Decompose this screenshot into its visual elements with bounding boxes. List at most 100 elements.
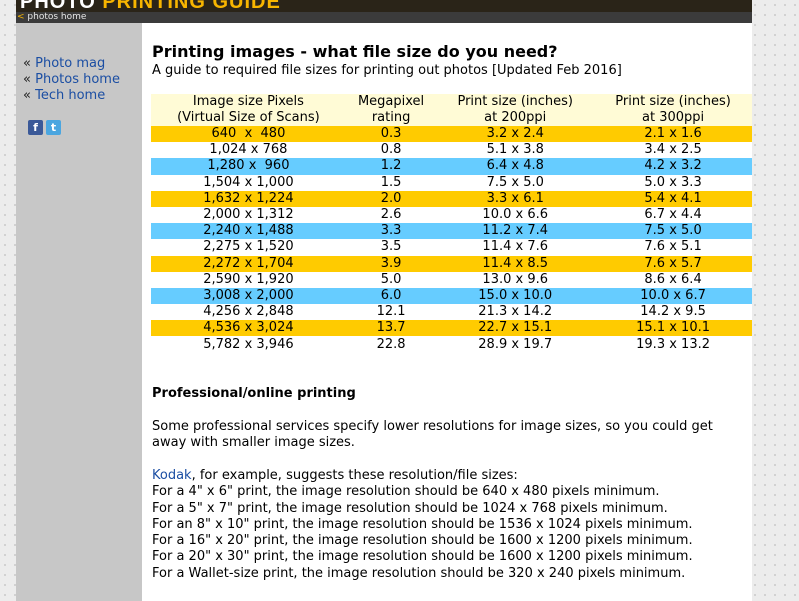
kodak-link[interactable]: Kodak [152, 468, 192, 483]
table-cell: 2.6 [345, 206, 437, 224]
header-line: Print size (inches) [615, 94, 731, 109]
header-line: Megapixel [357, 94, 425, 109]
table-cell: 10.0 x 6.6 [436, 206, 595, 224]
header-line: at 300ppi [642, 110, 705, 125]
table-cell: 2,272 x 1,704 [151, 255, 346, 272]
section-heading-professional: Professional/online printing [152, 386, 356, 401]
sidebar-item-tech-home: « Tech home [23, 88, 120, 104]
table-cell: 2.0 [345, 190, 437, 207]
header-line: Image size Pixels [192, 94, 304, 109]
site-logo[interactable]: PHOTO PRINTING GUIDE [20, 0, 281, 12]
kodak-line: For a 5" x 7" print, the image resolutio… [152, 500, 668, 516]
table-cell: 2,240 x 1,488 [151, 223, 346, 240]
table-cell: 4,536 x 3,024 [151, 320, 346, 337]
table-cell: 28.9 x 19.7 [436, 336, 595, 353]
professional-paragraph: Some professional services specify lower… [152, 419, 713, 450]
page-subtitle: A guide to required file sizes for print… [152, 63, 622, 78]
sidebar-link-photo-mag[interactable]: Photo mag [35, 56, 105, 71]
table-cell: 2.1 x 1.6 [594, 126, 752, 143]
guillemet-icon: « [23, 88, 31, 103]
table-cell: 12.1 [345, 304, 437, 321]
table-cell: 2,000 x 1,312 [151, 206, 346, 224]
table-header-row: Image size Pixels (Virtual Size of Scans)… [151, 94, 752, 126]
site-banner[interactable]: PHOTO PRINTING GUIDE [16, 0, 752, 12]
table-row: 2,000 x 1,312 2.6 10.0 x 6.6 6.7 x 4.4 [151, 206, 752, 224]
header-print-200ppi: Print size (inches) at 200ppi [436, 94, 595, 126]
guillemet-icon: « [23, 56, 31, 71]
logo-word-printing-guide: PRINTING GUIDE [102, 0, 281, 12]
kodak-line: For a 16" x 20" print, the image resolut… [152, 533, 693, 549]
table-row: 1,504 x 1,000 1.5 7.5 x 5.0 5.0 x 3.3 [151, 174, 752, 191]
page-title: Printing images - what file size do you … [152, 42, 558, 61]
header-line: (Virtual Size of Scans) [177, 110, 320, 125]
table-cell: 1.5 [345, 174, 437, 191]
table-cell: 8.6 x 6.4 [594, 271, 752, 288]
table-cell: 13.7 [345, 320, 437, 337]
breadcrumb-photos-home[interactable]: photos home [27, 12, 86, 22]
kodak-intro-text: , for example, suggests these resolution… [191, 468, 518, 483]
table-cell: 5,782 x 3,946 [151, 336, 346, 353]
table-cell: 3,008 x 2,000 [151, 287, 346, 305]
table-cell: 640 x 480 [151, 126, 346, 143]
table-cell: 5.0 [345, 271, 437, 288]
header-print-300ppi: Print size (inches) at 300ppi [594, 94, 752, 126]
table-cell: 10.0 x 6.7 [594, 287, 752, 305]
guillemet-icon: « [23, 72, 31, 87]
table-cell: 3.3 [345, 223, 437, 240]
table-cell: 3.5 [345, 239, 437, 256]
facebook-icon[interactable]: f [28, 120, 43, 135]
kodak-intro: Kodak, for example, suggests these resol… [152, 468, 693, 484]
sidebar-item-photos-home: « Photos home [23, 72, 120, 88]
table-cell: 5.1 x 3.8 [436, 142, 595, 159]
header-line: Print size (inches) [457, 94, 573, 109]
table-cell: 11.2 x 7.4 [436, 223, 595, 240]
table-cell: 22.7 x 15.1 [436, 320, 595, 337]
table-cell: 6.7 x 4.4 [594, 206, 752, 224]
back-arrow-icon[interactable]: < [16, 12, 25, 22]
main-content: Printing images - what file size do you … [142, 23, 752, 601]
table-cell: 3.2 x 2.4 [436, 126, 595, 143]
header-line: rating [371, 110, 411, 125]
social-links: ft [28, 120, 64, 139]
table-cell: 6.0 [345, 287, 437, 305]
table-cell: 0.3 [345, 126, 437, 143]
twitter-icon[interactable]: t [46, 120, 61, 135]
table-cell: 15.1 x 10.1 [594, 320, 752, 337]
table-cell: 11.4 x 7.6 [436, 239, 595, 256]
table-cell: 5.4 x 4.1 [594, 190, 752, 207]
table-cell: 2,275 x 1,520 [151, 239, 346, 256]
breadcrumb: < photos home [16, 12, 752, 23]
table-body: 640 x 480 0.3 3.2 x 2.4 2.1 x 1.6 1,024 x 76… [151, 126, 752, 353]
table-row: 2,272 x 1,704 3.9 11.4 x 8.5 7.6 x 5.7 [151, 255, 752, 272]
table-cell: 6.4 x 4.8 [436, 158, 595, 175]
table-cell: 3.3 x 6.1 [436, 190, 595, 207]
table-cell: 14.2 x 9.5 [594, 304, 752, 321]
table-cell: 4.2 x 3.2 [594, 158, 752, 175]
table-cell: 5.0 x 3.3 [594, 174, 752, 191]
table-cell: 19.3 x 13.2 [594, 336, 752, 353]
table-cell: 21.3 x 14.2 [436, 304, 595, 321]
table-cell: 13.0 x 9.6 [436, 271, 595, 288]
logo-word-photo: PHOTO [20, 0, 96, 12]
table-row: 5,782 x 3,946 22.8 28.9 x 19.7 19.3 x 13.2 [151, 336, 752, 353]
table-row: 1,280 x 960 1.2 6.4 x 4.8 4.2 x 3.2 [151, 158, 752, 175]
table-cell: 1,280 x 960 [151, 158, 346, 175]
table-cell: 1,504 x 1,000 [151, 174, 346, 191]
kodak-line: For a 20" x 30" print, the image resolut… [152, 549, 693, 565]
kodak-line: For a 4" x 6" print, the image resolutio… [152, 484, 660, 500]
table-row: 2,275 x 1,520 3.5 11.4 x 7.6 7.6 x 5.1 [151, 239, 752, 256]
table-row: 1,024 x 768 0.8 5.1 x 3.8 3.4 x 2.5 [151, 142, 752, 159]
table-row: 4,256 x 2,848 12.1 21.3 x 14.2 14.2 x 9.5 [151, 304, 752, 321]
sidebar-link-tech-home[interactable]: Tech home [35, 88, 105, 103]
table-cell: 11.4 x 8.5 [436, 255, 595, 272]
table-cell: 1,024 x 768 [151, 142, 346, 159]
header-line: at 200ppi [484, 110, 547, 125]
sidebar: « Photo mag « Photos home « Tech home ft [16, 23, 142, 601]
file-size-table: Image size Pixels (Virtual Size of Scans)… [151, 94, 752, 353]
table-row: 3,008 x 2,000 6.0 15.0 x 10.0 10.0 x 6.7 [151, 287, 752, 305]
table-cell: 3.4 x 2.5 [594, 142, 752, 159]
table-cell: 2,590 x 1,920 [151, 271, 346, 288]
sidebar-link-photos-home[interactable]: Photos home [35, 72, 120, 87]
table-row: 640 x 480 0.3 3.2 x 2.4 2.1 x 1.6 [151, 126, 752, 143]
kodak-line: For a Wallet-size print, the image resol… [152, 565, 686, 581]
